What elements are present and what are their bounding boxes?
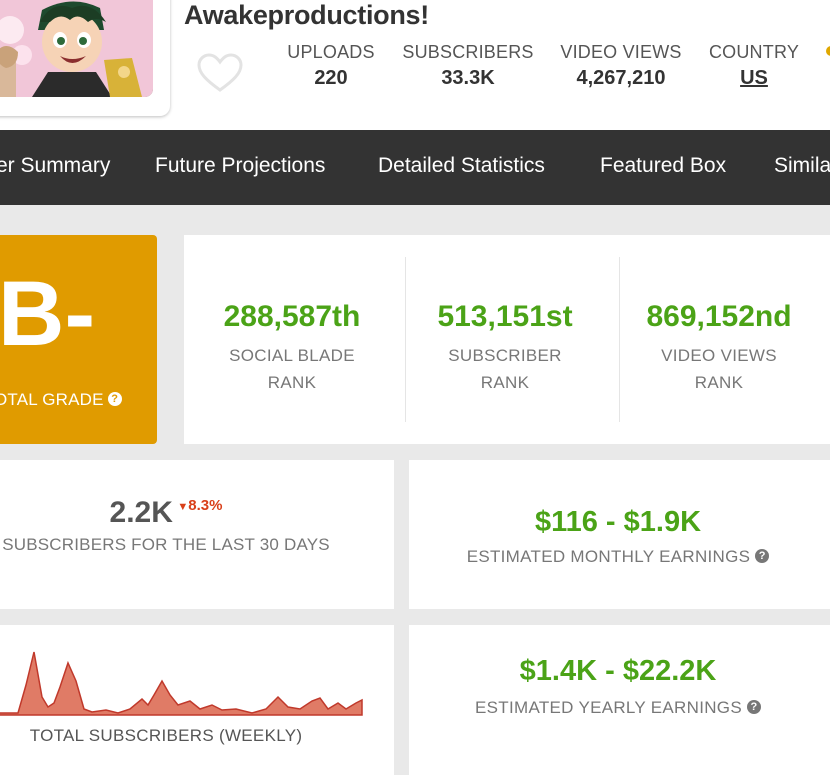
video-views-rank-label-line1: VIDEO VIEWS [661,346,777,365]
monthly-earnings-label: ESTIMATED MONTHLY EARNINGS [466,547,751,566]
social-blade-rank: 288,587th SOCIAL BLADE RANK [184,300,400,396]
channel-title: Awakeproductions! [184,0,429,30]
weekly-subscribers-card: TOTAL SUBSCRIBERS (WEEKLY) [0,625,394,775]
stat-uploads-label: UPLOADS [287,42,375,62]
subs-30-days-value: 2.2K [109,496,173,529]
flag-icon [826,46,830,56]
section-nav: er Summary Future Projections Detailed S… [0,130,830,205]
avatar[interactable] [0,0,153,97]
subs-30-days-label: SUBSCRIBERS FOR THE LAST 30 DAYS [2,535,330,554]
nav-item-summary[interactable]: er Summary [0,154,110,178]
heart-icon[interactable] [196,52,244,94]
stat-video-views: VIDEO VIEWS 4,267,210 [558,42,684,90]
nav-item-future-projections[interactable]: Future Projections [155,154,325,178]
video-views-rank-label: VIDEO VIEWS RANK [611,342,827,396]
total-grade-label-text: OTAL GRADE [0,390,104,409]
subscriber-rank-label-line2: RANK [480,373,530,392]
stat-subscribers-value: 33.3K [441,67,495,89]
total-grade-label: OTAL GRADE? [0,390,122,410]
video-views-rank-label-line2: RANK [694,373,744,392]
question-circle-icon[interactable]: ? [107,392,122,406]
stat-video-views-value: 4,267,210 [576,67,666,89]
channel-header: Awakeproductions! UPLOADS 220 SUBSCRIBER… [0,0,830,130]
nav-item-featured-box[interactable]: Featured Box [600,154,726,178]
subscriber-rank-label-line1: SUBSCRIBER [448,346,562,365]
monthly-earnings-label-row: ESTIMATED MONTHLY EARNINGS? [409,547,827,567]
subscriber-rank: 513,151st SUBSCRIBER RANK [397,300,613,396]
stat-country: COUNTRY US [706,42,802,90]
stat-uploads-value: 220 [314,67,348,89]
yearly-earnings-value: $1.4K - $22.2K [519,655,717,687]
weekly-subscribers-sparkline [0,651,363,716]
monthly-earnings-value: $116 - $1.9K [534,506,702,538]
stat-country-label: COUNTRY [708,42,800,62]
video-views-rank-value: 869,152nd [646,300,792,333]
stat-subscribers-label: SUBSCRIBERS [402,42,534,62]
nav-item-detailed-statistics[interactable]: Detailed Statistics [378,154,545,178]
social-blade-rank-label: SOCIAL BLADE RANK [184,342,400,396]
subs-30-days-value-row: 2.2K ▼8.3% [0,496,336,530]
video-views-rank: 869,152nd VIDEO VIEWS RANK [611,300,827,396]
social-blade-rank-value: 288,587th [223,300,361,333]
yearly-earnings-label-row: ESTIMATED YEARLY EARNINGS? [409,698,827,718]
social-blade-rank-label-line1: SOCIAL BLADE [229,346,355,365]
subs-30-days-change: ▼8.3% [177,497,222,514]
question-circle-icon[interactable]: ? [755,549,770,563]
avatar-illustration [0,0,153,97]
yearly-earnings-card: $1.4K - $22.2K ESTIMATED YEARLY EARNINGS… [409,625,830,775]
caret-down-icon: ▼ [177,501,189,513]
subs-30-days-card: 2.2K ▼8.3% SUBSCRIBERS FOR THE LAST 30 D… [0,460,394,609]
subs-30-days-change-value: 8.3% [188,497,223,514]
sparkline-area [0,651,363,716]
ranks-card: 288,587th SOCIAL BLADE RANK 513,151st SU… [184,235,830,444]
avatar-frame [0,0,170,116]
stat-uploads: UPLOADS 220 [286,42,376,90]
weekly-subscribers-label: TOTAL SUBSCRIBERS (WEEKLY) [29,726,303,745]
stat-country-link[interactable]: US [706,67,802,90]
subscriber-rank-value: 513,151st [437,300,573,333]
total-grade-value: B- [0,263,96,365]
stat-subscribers: SUBSCRIBERS 33.3K [402,42,534,90]
monthly-earnings-card: $116 - $1.9K ESTIMATED MONTHLY EARNINGS? [409,460,830,609]
stat-video-views-label: VIDEO VIEWS [560,42,682,62]
yearly-earnings-label: ESTIMATED YEARLY EARNINGS [475,698,742,717]
nav-item-similar[interactable]: Simila [774,154,830,178]
social-blade-rank-label-line2: RANK [267,373,317,392]
question-circle-icon[interactable]: ? [746,700,761,714]
subscriber-rank-label: SUBSCRIBER RANK [397,342,613,396]
